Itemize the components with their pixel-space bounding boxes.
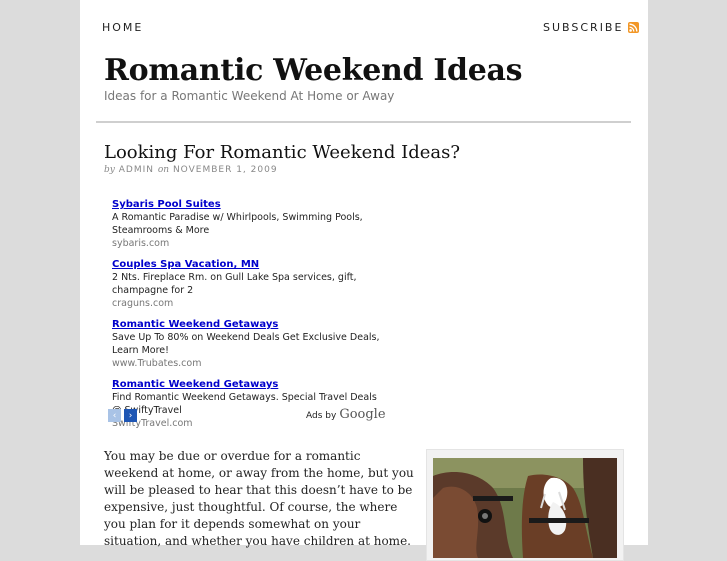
- byline-by: by: [104, 165, 115, 175]
- subscribe-label: SUBSCRIBE: [543, 21, 624, 34]
- post-image-frame: [426, 449, 624, 561]
- post-date: NOVEMBER 1, 2009: [172, 165, 278, 175]
- byline-on: on: [157, 165, 170, 175]
- header-divider: [96, 121, 631, 123]
- ad-title-link[interactable]: Romantic Weekend Getaways: [112, 378, 382, 391]
- post-author[interactable]: ADMIN: [119, 165, 154, 175]
- post-body: You may be due or overdue for a romantic…: [104, 449, 414, 548]
- ad-description: 2 Nts. Fireplace Rm. on Gull Lake Spa se…: [112, 272, 357, 296]
- ad-url: www.Trubates.com: [112, 358, 202, 369]
- site-title[interactable]: Romantic Weekend Ideas: [104, 53, 523, 88]
- ad-description: A Romantic Paradise w/ Whirlpools, Swimm…: [112, 212, 363, 236]
- ads-by-google[interactable]: Ads by Google: [306, 407, 386, 422]
- horse-carriage-photo: [433, 458, 617, 558]
- ad-pagination: ‹ ›: [108, 409, 137, 422]
- ad-item[interactable]: Romantic Weekend Getaways Find Romantic …: [112, 378, 382, 430]
- site-tagline: Ideas for a Romantic Weekend At Home or …: [104, 89, 395, 103]
- ad-block: Sybaris Pool Suites A Romantic Paradise …: [112, 198, 382, 438]
- chevron-left-icon[interactable]: ‹: [108, 409, 121, 422]
- ad-url: sybaris.com: [112, 238, 170, 249]
- ad-item[interactable]: Sybaris Pool Suites A Romantic Paradise …: [112, 198, 382, 250]
- ad-title-link[interactable]: Romantic Weekend Getaways: [112, 318, 382, 331]
- post-byline: by ADMIN on NOVEMBER 1, 2009: [104, 165, 278, 175]
- ad-url: craguns.com: [112, 298, 174, 309]
- ads-by-label: Ads by: [306, 411, 337, 421]
- chevron-right-icon[interactable]: ›: [124, 409, 137, 422]
- rss-feed-icon: [628, 22, 640, 33]
- ad-title-link[interactable]: Couples Spa Vacation, MN: [112, 258, 382, 271]
- ad-item[interactable]: Couples Spa Vacation, MN 2 Nts. Fireplac…: [112, 258, 382, 310]
- ad-title-link[interactable]: Sybaris Pool Suites: [112, 198, 382, 211]
- google-logo: Google: [339, 407, 386, 422]
- ad-item[interactable]: Romantic Weekend Getaways Save Up To 80%…: [112, 318, 382, 370]
- subscribe-link[interactable]: SUBSCRIBE: [543, 21, 640, 34]
- ad-description: Save Up To 80% on Weekend Deals Get Excl…: [112, 332, 380, 356]
- page-container: HOME SUBSCRIBE Romantic Weekend Ideas Id…: [80, 0, 648, 561]
- post-title[interactable]: Looking For Romantic Weekend Ideas?: [104, 142, 460, 163]
- nav-home-link[interactable]: HOME: [102, 21, 143, 34]
